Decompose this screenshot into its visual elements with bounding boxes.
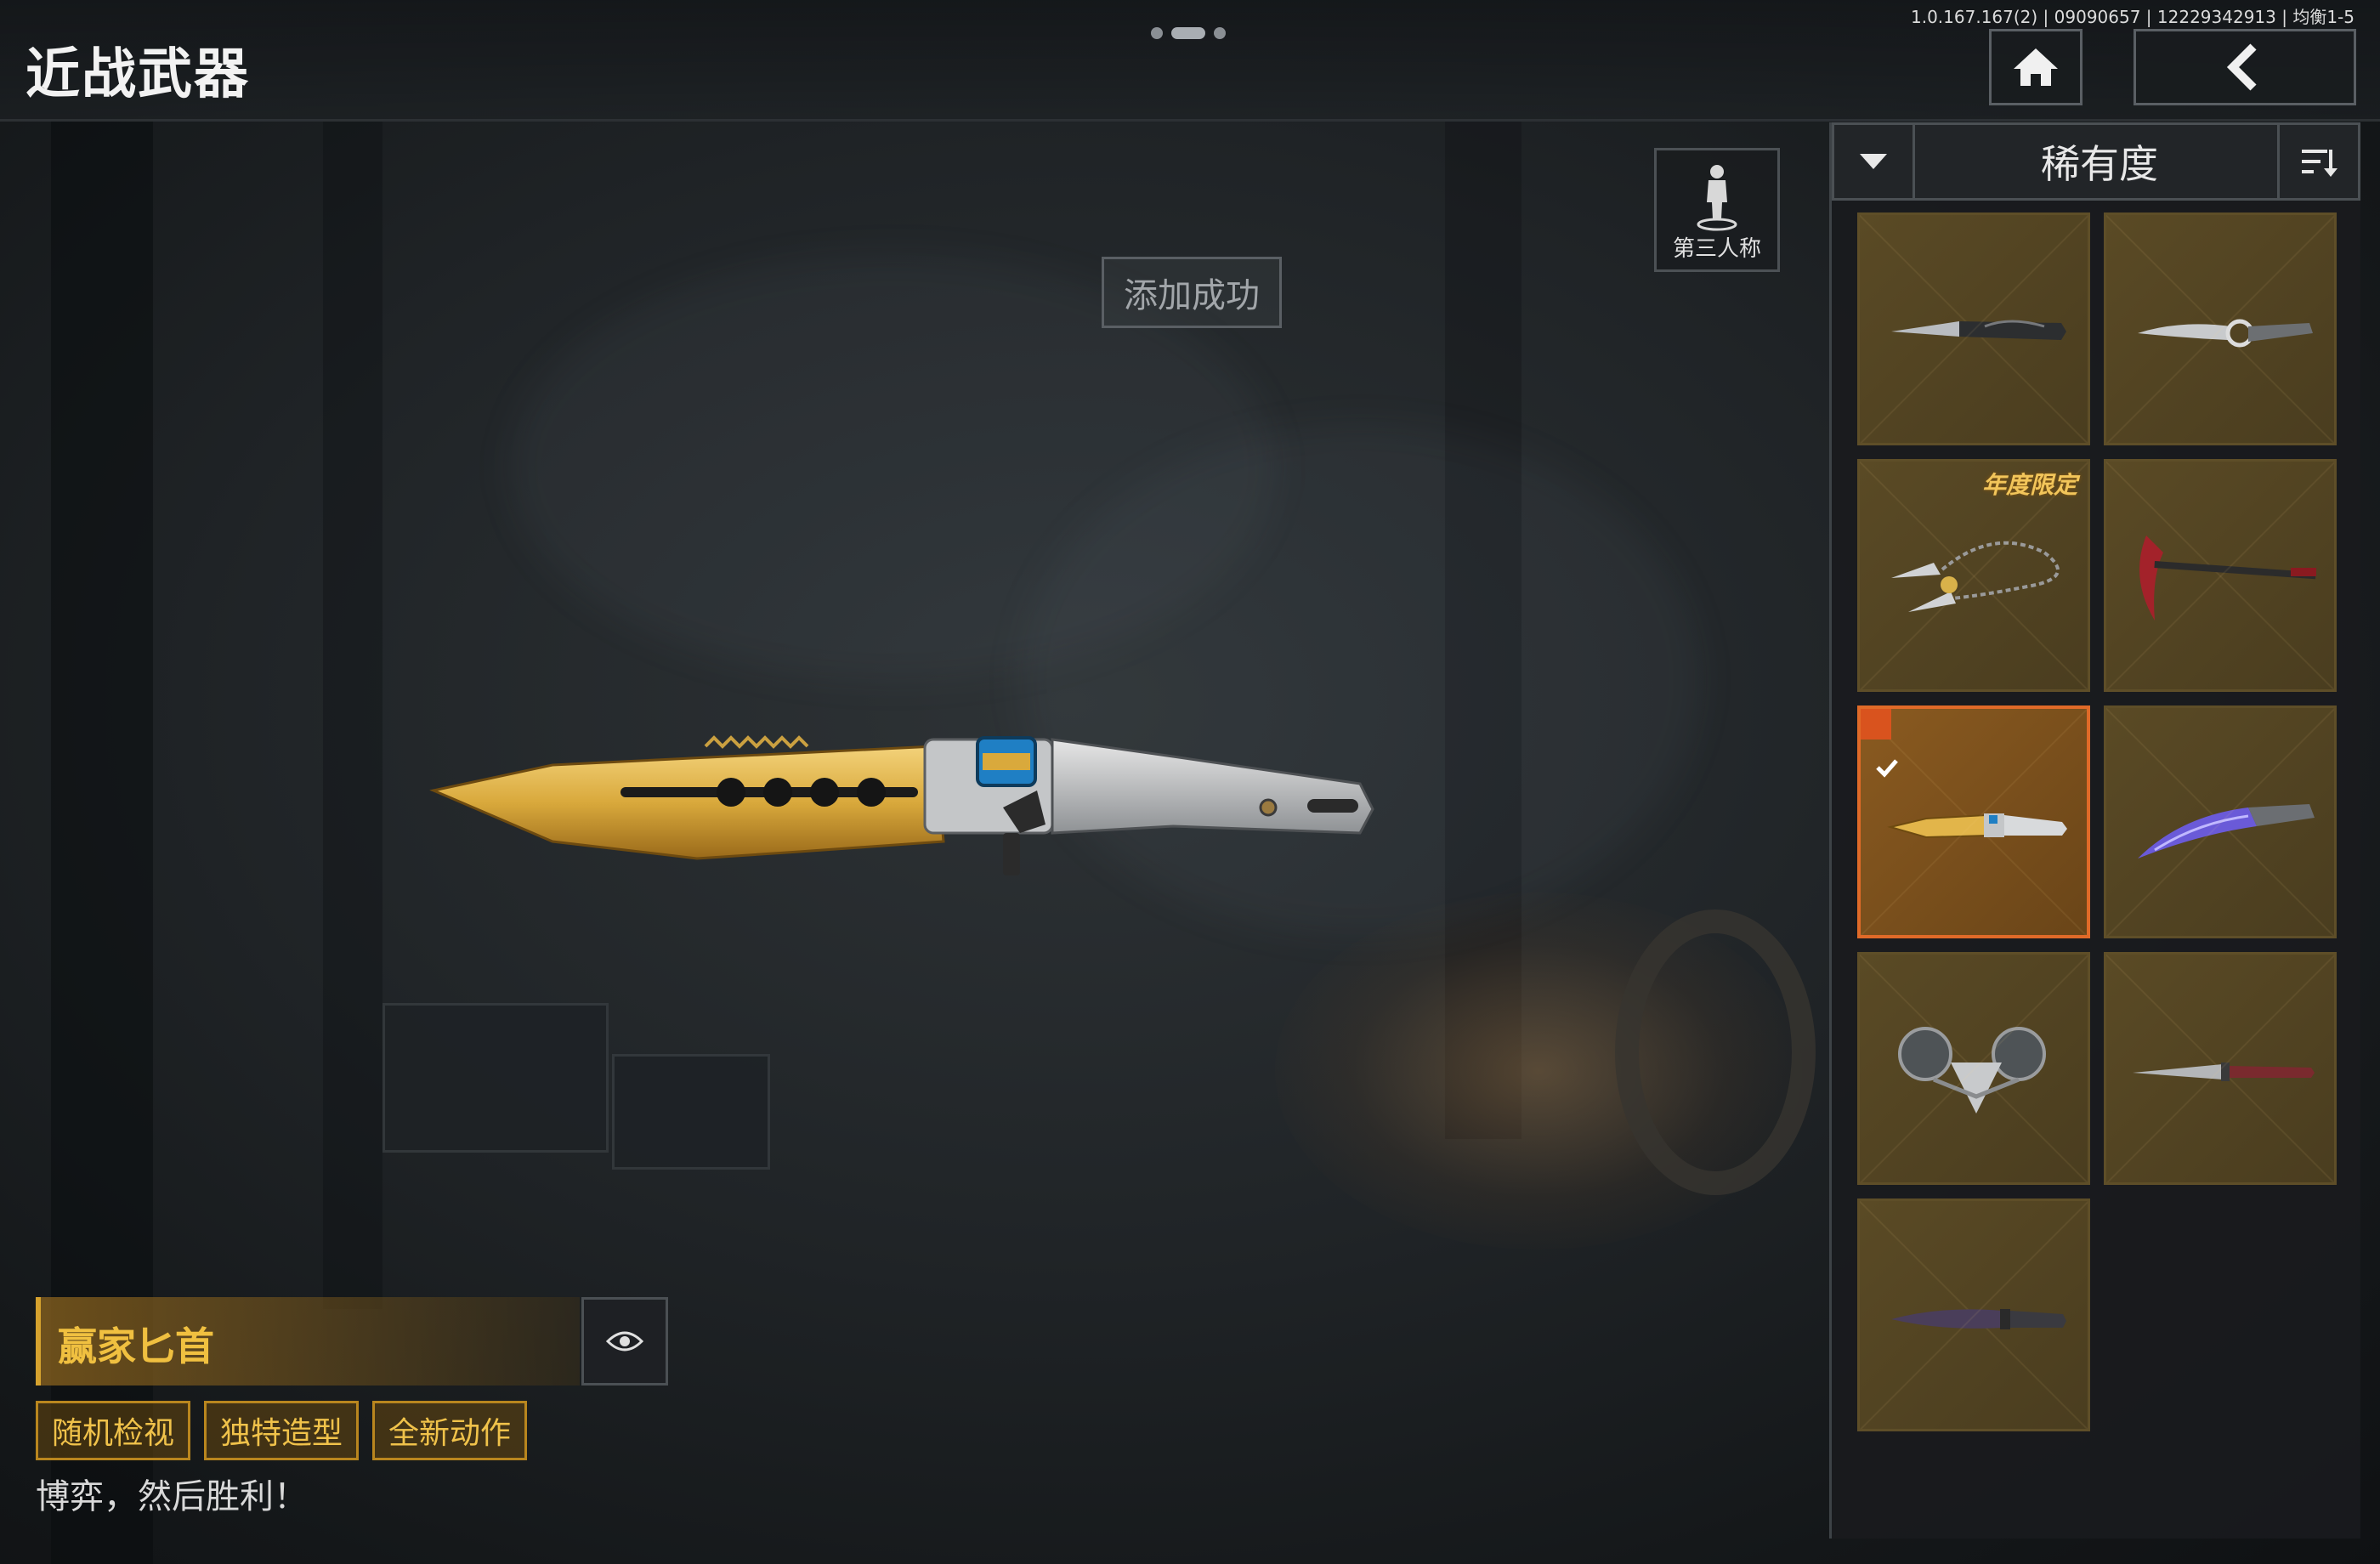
weapon-slot-chain-blades[interactable]: 年度限定 — [1857, 459, 2090, 692]
eye-icon — [606, 1331, 643, 1352]
feature-tag: 随机检视 — [36, 1401, 191, 1460]
item-description: 博弈，然后胜利！ — [36, 1477, 308, 1516]
item-name: 赢家匕首 — [58, 1323, 214, 1369]
sort-order-button[interactable] — [2277, 125, 2358, 198]
page-indicator — [1151, 27, 1226, 39]
home-button[interactable] — [1989, 29, 2082, 105]
page-title: 近战武器 — [26, 43, 250, 106]
weapon-list-panel: 稀有度 年度限定 — [1829, 122, 2360, 1538]
sort-dropdown-button[interactable] — [1834, 125, 1915, 198]
third-person-toggle[interactable]: 第三人称 — [1654, 148, 1780, 272]
gold-dagger-render — [429, 735, 1374, 876]
weapon-preview[interactable] — [425, 714, 1386, 901]
third-person-label: 第三人称 — [1672, 236, 1761, 262]
weapon-slot-red-dagger[interactable] — [2104, 952, 2337, 1185]
back-button[interactable] — [2134, 29, 2356, 105]
toast-message: 添加成功 — [1102, 257, 1282, 328]
home-icon — [2014, 48, 2058, 86]
weapon-slot-gold-dagger[interactable] — [1857, 706, 2090, 938]
weapon-slot-purple-machete[interactable] — [2104, 706, 2337, 938]
person-icon — [1697, 165, 1737, 231]
dark-dagger-icon — [1891, 320, 2066, 340]
gold-dagger-icon — [1887, 813, 2067, 839]
feature-tags: 随机检视 独特造型 全新动作 — [36, 1401, 528, 1460]
sort-label[interactable]: 稀有度 — [1912, 125, 2286, 198]
top-bar: 近战武器 1.0.167.167(2) | 09090657 | 1222934… — [0, 0, 2380, 122]
purple-machete-icon — [2138, 804, 2315, 858]
red-dagger-icon — [2133, 1062, 2315, 1081]
silver-karambit-icon — [2138, 319, 2313, 348]
sort-bar: 稀有度 — [1832, 122, 2360, 201]
weapon-slot-red-scythe[interactable] — [2104, 459, 2337, 692]
purple-kukri-icon — [1891, 1309, 2066, 1329]
red-scythe-icon — [2139, 536, 2316, 620]
sort-icon — [2302, 150, 2338, 177]
feature-tag: 全新动作 — [372, 1401, 528, 1460]
feature-tag: 独特造型 — [204, 1401, 360, 1460]
weapon-slot-purple-kukri[interactable] — [1857, 1198, 2090, 1431]
chain-blades-icon — [1891, 541, 2060, 612]
weapon-slot-dark-dagger[interactable] — [1857, 212, 2090, 445]
chevron-down-icon — [1860, 154, 1887, 169]
limited-badge: 年度限定 — [1981, 471, 2077, 499]
claw-blades-icon — [1898, 1027, 2046, 1114]
weapon-slot-claw-blades[interactable] — [1857, 952, 2090, 1185]
build-info: 1.0.167.167(2) | 09090657 | 12229342913 … — [1911, 7, 2354, 27]
inspect-button[interactable] — [581, 1297, 668, 1386]
selected-check-icon — [1861, 709, 1898, 778]
back-arrow-icon — [2226, 43, 2257, 91]
weapon-slot-silver-karambit[interactable] — [2104, 212, 2337, 445]
item-name-bar: 赢家匕首 — [36, 1297, 580, 1386]
